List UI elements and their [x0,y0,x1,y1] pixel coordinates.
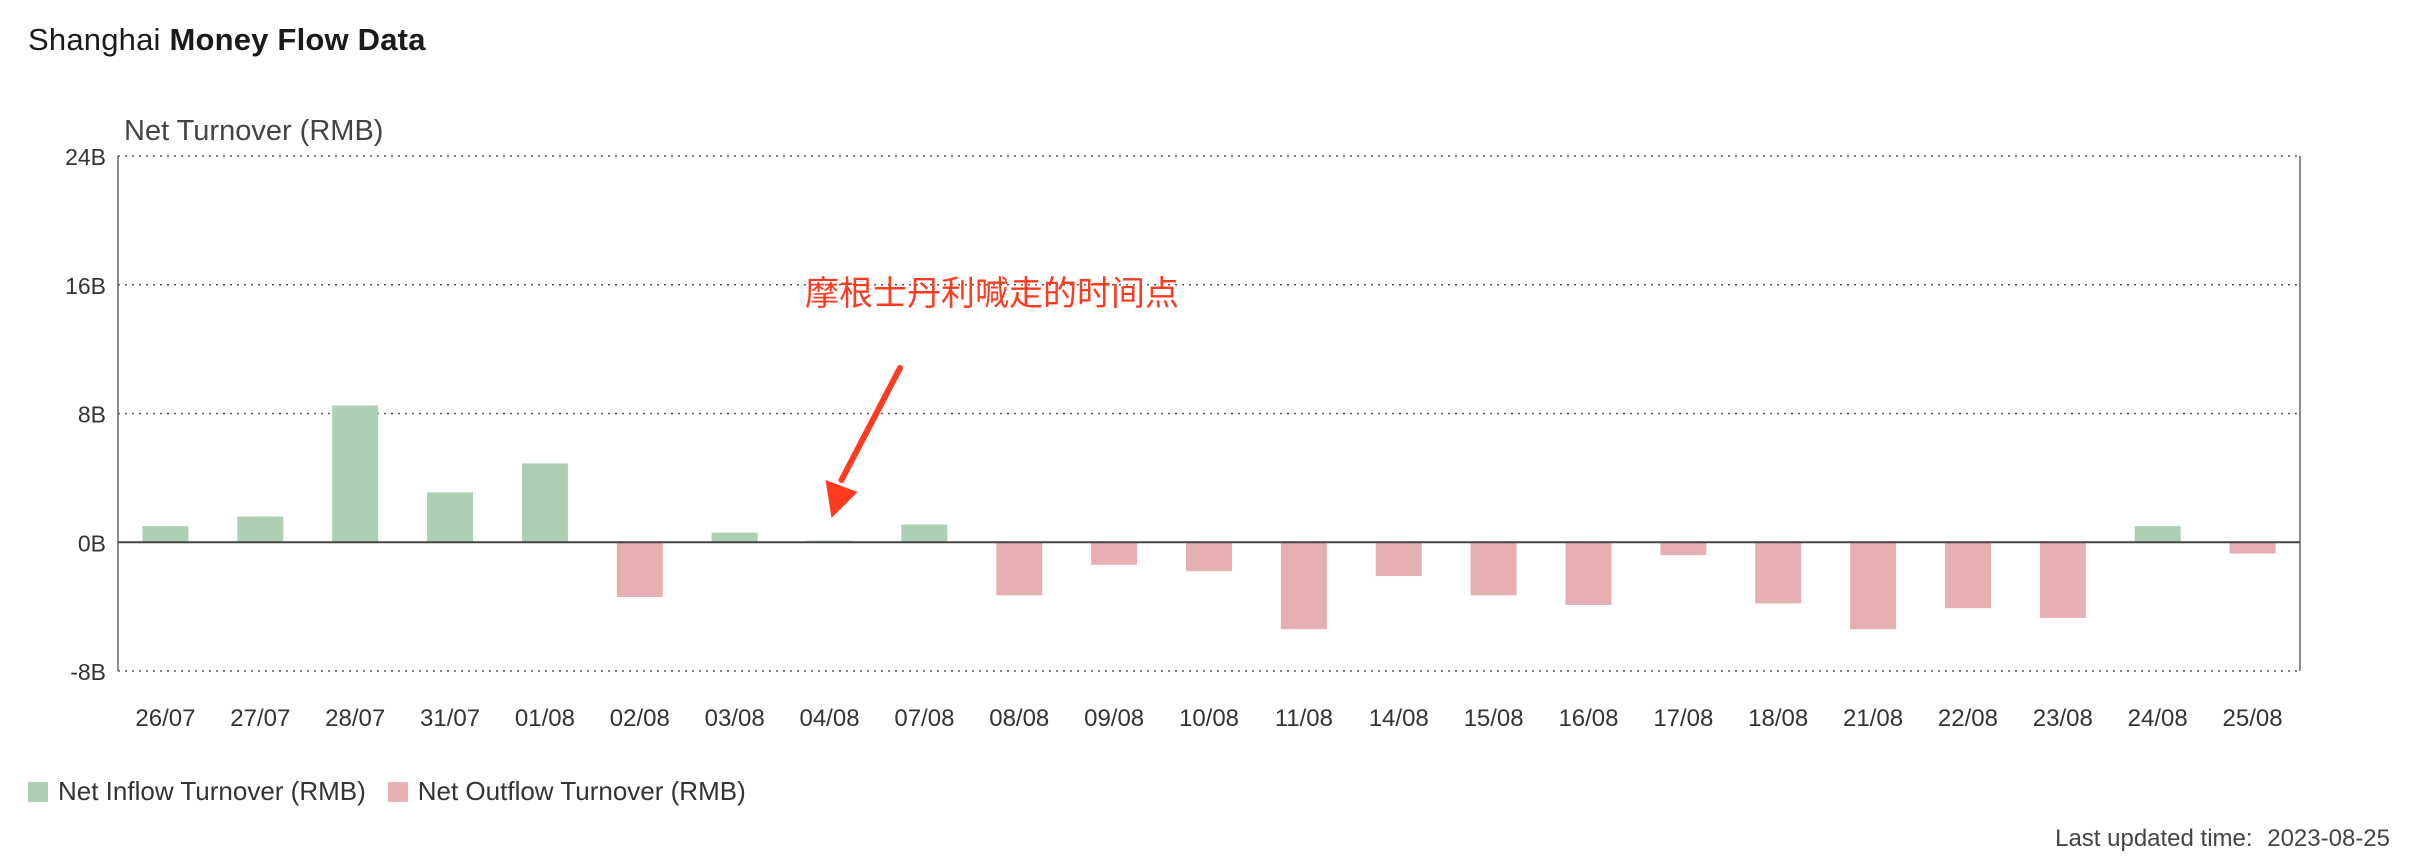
last-updated-value: 2023-08-25 [2267,825,2390,852]
x-tick-label: 10/08 [1179,705,1239,732]
x-tick-label: 09/08 [1084,705,1144,732]
y-tick-label: 16B [65,273,106,299]
outflow-bar [2229,542,2276,554]
x-tick-label: 17/08 [1653,705,1713,732]
inflow-bar [237,516,284,543]
x-tick-label: 08/08 [989,705,1049,732]
outflow-bar [1944,542,1991,609]
y-axis-title: Net Turnover (RMB) [124,115,383,147]
x-tick-label: 26/07 [135,705,195,732]
x-tick-label: 31/07 [420,705,480,732]
x-tick-label: 27/07 [230,705,290,732]
legend-swatch-inflow [28,781,48,802]
outflow-bar [1850,542,1897,630]
outflow-bar [616,542,663,597]
outflow-bar [1186,542,1232,572]
inflow-bar [2134,526,2181,543]
legend-item-outflow[interactable]: Net Outflow Turnover (RMB) [387,776,746,807]
x-tick-label: 21/08 [1843,705,1903,732]
legend-label-outflow: Net Outflow Turnover (RMB) [417,776,746,806]
annotation-arrow-head [825,480,858,518]
chart-legend: Net Inflow Turnover (RMB) Net Outflow Tu… [28,776,768,807]
x-tick-label: 16/08 [1558,705,1618,732]
last-updated: Last updated time: 2023-08-25 [2055,825,2390,853]
inflow-bar [711,532,758,543]
x-tick-label: 18/08 [1748,705,1808,732]
x-tick-label: 04/08 [799,705,859,732]
annotation-arrow-shaft [838,365,903,483]
inflow-bar [521,463,568,543]
x-tick-label: 03/08 [705,705,765,732]
outflow-bar [1470,542,1517,596]
inflow-bar [332,405,379,543]
legend-label-inflow: Net Inflow Turnover (RMB) [58,776,366,806]
inflow-bar [142,526,189,543]
x-tick-label: 25/08 [2223,705,2283,732]
x-tick-label: 24/08 [2128,705,2188,732]
y-tick-label: 0B [78,530,106,556]
x-tick-label: 07/08 [894,705,954,732]
x-tick-label: 11/08 [1275,705,1333,732]
outflow-bar [1660,542,1707,556]
annotation-text: 摩根士丹利喊走的时间点 [805,274,1179,314]
x-tick-label: 14/08 [1369,705,1429,732]
legend-item-inflow[interactable]: Net Inflow Turnover (RMB) [28,776,366,807]
inflow-bar [901,524,948,543]
x-tick-label: 23/08 [2033,705,2093,732]
y-tick-label: 24B [65,144,106,170]
outflow-bar [996,542,1043,596]
outflow-bar [1755,542,1802,604]
legend-swatch-outflow [387,781,408,802]
money-flow-chart: Net Turnover (RMB) -8B 0B 8B 16B 24B 26/07 27/0… [65,115,2301,732]
x-tick-label: 15/08 [1464,705,1524,732]
x-tick-label: 01/08 [515,705,575,732]
x-tick-label: 02/08 [610,705,670,732]
outflow-bar [1091,542,1138,565]
y-tick-label: -8B [70,659,106,685]
y-tick-label: 8B [78,402,106,428]
last-updated-label: Last updated time: [2055,825,2253,852]
x-tick-label: 28/07 [325,705,385,732]
outflow-bar [1565,542,1612,606]
inflow-bar [427,492,474,543]
outflow-bar [1280,542,1327,630]
x-tick-label: 22/08 [1938,705,1998,732]
outflow-bar [1375,542,1422,577]
outflow-bar [2039,542,2086,618]
